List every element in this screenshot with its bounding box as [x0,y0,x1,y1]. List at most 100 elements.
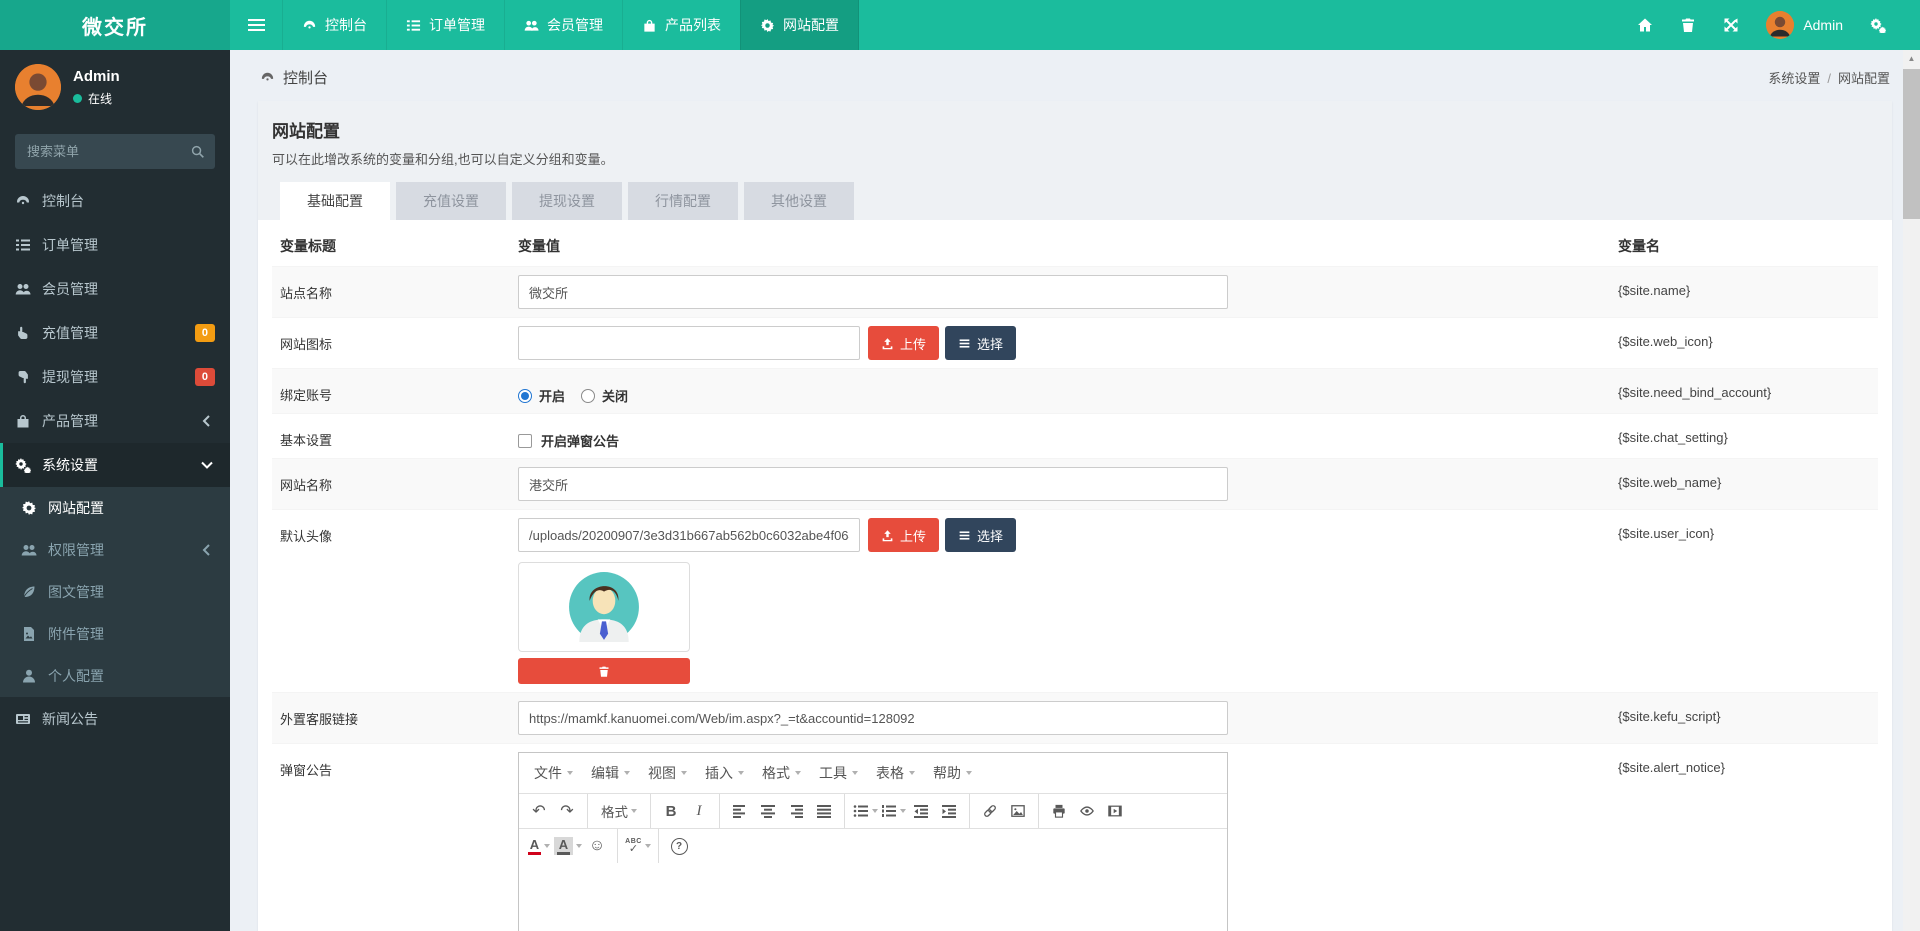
top-menu-products[interactable]: 产品列表 [622,0,740,50]
sidebar-submenu-system: 网站配置 权限管理 图文管理 附件管理 个人配置 [0,487,230,697]
menu-edit[interactable]: 编辑 [582,758,639,788]
align-right-button[interactable] [783,798,809,824]
kefu-link-input[interactable] [518,701,1228,735]
radio-on[interactable] [518,389,532,403]
sidebar-item-profile[interactable]: 个人配置 [0,655,230,697]
emoji-button[interactable]: ☺ [584,833,610,859]
trash-icon[interactable] [1680,17,1696,33]
upload-button[interactable]: 上传 [868,326,939,360]
delete-avatar-button[interactable] [518,658,690,684]
gears-icon[interactable] [1870,17,1886,33]
chevron-down-icon [681,771,687,775]
menu-tools[interactable]: 工具 [810,758,867,788]
align-right-icon [788,804,804,818]
avatar-preview[interactable] [518,562,690,652]
radio-off[interactable] [581,389,595,403]
align-left-button[interactable] [727,798,753,824]
web-name-input[interactable] [518,467,1228,501]
scrollbar-up-arrow[interactable]: ▲ [1903,50,1920,67]
outdent-button[interactable] [908,798,934,824]
search-input[interactable] [15,134,215,169]
site-name-input[interactable] [518,275,1228,309]
sidebar-item-permissions[interactable]: 权限管理 [0,529,230,571]
print-button[interactable] [1046,798,1072,824]
tab-recharge-settings[interactable]: 充值设置 [396,182,506,220]
popup-notice-checkbox[interactable] [518,434,532,448]
top-menu-orders[interactable]: 订单管理 [386,0,504,50]
spellcheck-button[interactable]: ABC✓ [625,833,651,859]
app-logo[interactable]: 微交所 [0,0,230,50]
sidebar-item-articles[interactable]: 图文管理 [0,571,230,613]
sidebar-item-dashboard[interactable]: 控制台 [0,179,230,223]
align-left-icon [732,804,748,818]
background-color-button[interactable]: A [554,833,582,859]
italic-button[interactable]: I [686,798,712,824]
chevron-down-icon [909,771,915,775]
menu-view[interactable]: 视图 [639,758,696,788]
image-button[interactable] [1005,798,1031,824]
sidebar-item-members[interactable]: 会员管理 [0,267,230,311]
sidebar-item-site-config[interactable]: 网站配置 [0,487,230,529]
preview-button[interactable] [1074,798,1100,824]
menu-insert[interactable]: 插入 [696,758,753,788]
web-icon-input[interactable] [518,326,860,360]
link-icon [982,804,998,818]
row-label: 绑定账号 [272,369,510,414]
home-icon[interactable] [1637,17,1653,33]
choose-button[interactable]: 选择 [945,326,1016,360]
sidebar-item-news[interactable]: 新闻公告 [0,697,230,741]
top-menu-dashboard[interactable]: 控制台 [282,0,386,50]
bold-button[interactable]: B [658,798,684,824]
top-menu-members[interactable]: 会员管理 [504,0,622,50]
sidebar-item-system-settings[interactable]: 系统设置 [0,443,230,487]
scrollbar-thumb[interactable] [1903,69,1920,219]
sidebar-item-withdraw[interactable]: 提现管理 0 [0,355,230,399]
media-button[interactable] [1102,798,1128,824]
bag-icon [642,18,657,33]
file-image-icon [21,626,37,642]
upload-button[interactable]: 上传 [868,518,939,552]
menu-format[interactable]: 格式 [753,758,810,788]
menu-table[interactable]: 表格 [867,758,924,788]
help-button[interactable]: ? [666,833,692,859]
fullscreen-icon[interactable] [1723,17,1739,33]
chevron-down-icon [544,844,550,848]
indent-icon [941,804,957,818]
sidebar-item-recharge[interactable]: 充值管理 0 [0,311,230,355]
table-row: 基本设置 开启弹窗公告 {$site.chat_setting} [272,414,1878,459]
choose-button[interactable]: 选择 [945,518,1016,552]
var-name: {$site.kefu_script} [1610,693,1878,744]
format-select[interactable]: 格式 [595,798,643,824]
tab-withdraw-settings[interactable]: 提现设置 [512,182,622,220]
tab-other-settings[interactable]: 其他设置 [744,182,854,220]
tab-basic-config[interactable]: 基础配置 [280,182,390,220]
indent-button[interactable] [936,798,962,824]
redo-button[interactable]: ↷ [554,798,580,824]
search-icon[interactable] [190,144,205,159]
align-justify-button[interactable] [811,798,837,824]
image-icon [1010,804,1026,818]
breadcrumb-parent[interactable]: 系统设置 [1768,71,1820,86]
sidebar-item-orders[interactable]: 订单管理 [0,223,230,267]
numbered-list-button[interactable] [880,798,906,824]
tab-market-config[interactable]: 行情配置 [628,182,738,220]
menu-file[interactable]: 文件 [525,758,582,788]
user-menu[interactable]: Admin [1766,11,1843,39]
sidebar-item-attachments[interactable]: 附件管理 [0,613,230,655]
default-avatar-input[interactable] [518,518,860,552]
chevron-down-icon [576,844,582,848]
align-center-button[interactable] [755,798,781,824]
leaf-icon [21,584,37,600]
undo-button[interactable]: ↶ [526,798,552,824]
link-button[interactable] [977,798,1003,824]
gears-icon [15,457,31,473]
page-scrollbar[interactable]: ▲ [1903,50,1920,931]
sidebar-toggle-button[interactable] [230,0,282,50]
menu-help[interactable]: 帮助 [924,758,981,788]
sidebar-item-products[interactable]: 产品管理 [0,399,230,443]
var-name: {$site.chat_setting} [1610,414,1878,459]
bullet-list-button[interactable] [852,798,878,824]
editor-content[interactable] [519,863,1227,931]
top-menu-site-config[interactable]: 网站配置 [740,0,859,50]
text-color-button[interactable]: A [526,833,552,859]
